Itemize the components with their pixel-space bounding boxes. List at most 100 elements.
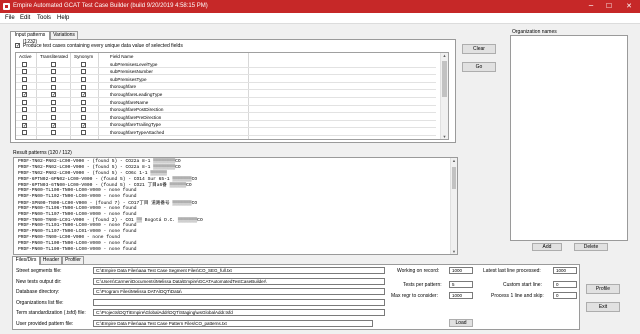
transliterated-checkbox[interactable] bbox=[51, 69, 56, 75]
synonym-checkbox[interactable] bbox=[81, 61, 86, 67]
scroll-down-icon[interactable]: ▼ bbox=[441, 134, 448, 139]
active-checkbox[interactable] bbox=[22, 69, 27, 75]
grid-row[interactable]: thoroughfarePreDirection bbox=[16, 114, 436, 121]
synonym-checkbox[interactable] bbox=[81, 114, 86, 120]
result-line[interactable]: PRDF-PN00-TL100-TN00-LC00-V000 - none fo… bbox=[18, 247, 137, 252]
result-line[interactable]: PRDF-PN00-TL106-TN00-LC00-V000 - none fo… bbox=[18, 206, 137, 211]
synonym-checkbox[interactable]: ✓ bbox=[81, 122, 86, 128]
custom-start-line-field[interactable]: 0 bbox=[553, 281, 577, 288]
organizations-list-field[interactable] bbox=[93, 298, 385, 306]
transliterated-checkbox[interactable]: ✓ bbox=[51, 122, 56, 128]
active-checkbox[interactable] bbox=[22, 114, 27, 120]
grid-row[interactable]: thoroughfareTypeAttached bbox=[16, 129, 436, 136]
result-line[interactable]: PRDF-TN00-TN00-LC01-V000 - (found 2) - C… bbox=[18, 218, 203, 223]
grid-scrollbar[interactable]: ▲ ▼ bbox=[440, 53, 448, 139]
synonym-checkbox[interactable] bbox=[81, 107, 86, 113]
result-line[interactable]: PRDF-PN00-TL107-TN00-LC01-V000 - none fo… bbox=[18, 229, 137, 234]
menu-file[interactable]: File bbox=[5, 15, 15, 21]
scroll-up-icon[interactable]: ▲ bbox=[441, 53, 448, 58]
tests-per-pattern-field[interactable]: 5 bbox=[449, 281, 473, 288]
grid-row[interactable]: subPremisesNumber bbox=[16, 69, 436, 76]
transliterated-checkbox[interactable] bbox=[51, 84, 56, 90]
tab-input-patterns[interactable]: Input patterns (1232) bbox=[10, 31, 50, 45]
user-pattern-file-field[interactable]: C:\Empire Data Files\aaa Test Case Patte… bbox=[93, 319, 373, 327]
active-checkbox[interactable] bbox=[22, 76, 27, 82]
delete-button[interactable]: Delete bbox=[574, 243, 608, 251]
result-scroll-thumb[interactable] bbox=[452, 167, 456, 189]
synonym-checkbox[interactable] bbox=[81, 69, 86, 75]
result-line[interactable]: PRDF-PN00-TL101-TN00-LC00-V000 - none fo… bbox=[18, 223, 137, 228]
database-directory-field[interactable]: C:\Program Files\Melissa DATA\DQT\Data\ bbox=[93, 288, 385, 295]
menu-edit[interactable]: Edit bbox=[20, 15, 30, 21]
grid-row[interactable]: subPremisesType bbox=[16, 76, 436, 83]
synonym-checkbox[interactable] bbox=[81, 130, 86, 136]
street-segments-field[interactable]: C:\Empire Data Files\aaa Test Case Segme… bbox=[93, 267, 385, 274]
active-checkbox[interactable] bbox=[22, 107, 27, 113]
synonym-checkbox[interactable] bbox=[81, 99, 86, 105]
process-every-field[interactable]: 0 bbox=[553, 291, 577, 299]
profile-button[interactable]: Profile bbox=[586, 284, 620, 294]
grid-row[interactable]: thoroughfare bbox=[16, 84, 436, 91]
synonym-checkbox[interactable] bbox=[81, 84, 86, 90]
transliterated-checkbox[interactable] bbox=[51, 61, 56, 67]
synonym-checkbox[interactable]: ✓ bbox=[81, 92, 86, 98]
result-line[interactable]: PRDF-TN02-PN02-LC00-V000 - (found 5) - C… bbox=[18, 165, 181, 170]
grid-row[interactable]: ✓ ✓ ✓ thoroughfareTrailingType bbox=[16, 122, 436, 129]
active-checkbox[interactable] bbox=[22, 130, 27, 136]
tab-header[interactable]: Header bbox=[40, 256, 62, 264]
latest-last-line-field[interactable]: 1000 bbox=[553, 267, 577, 274]
synonym-checkbox[interactable] bbox=[81, 76, 86, 82]
result-patterns-list[interactable]: PRDF-TN02-PN02-LC00-V000 - (found 5) - C… bbox=[13, 157, 458, 255]
tab-variations[interactable]: Variations bbox=[50, 31, 78, 39]
minimize-button[interactable]: ─ bbox=[584, 0, 598, 13]
load-button[interactable]: Load bbox=[449, 319, 473, 327]
result-scroll-down-icon[interactable]: ▼ bbox=[451, 249, 457, 254]
result-scrollbar[interactable]: ▲ ▼ bbox=[450, 158, 457, 254]
organization-names-list[interactable] bbox=[510, 35, 628, 241]
active-checkbox[interactable] bbox=[22, 99, 27, 105]
working-on-record-field[interactable]: 1000 bbox=[449, 267, 473, 274]
transliterated-checkbox[interactable] bbox=[51, 107, 56, 113]
grid-row[interactable]: ✓ ✓ ✓ thoroughfareLeadingType bbox=[16, 91, 436, 98]
result-line[interactable]: PRDF-TN02-PN02-LC00-V000 - (found 5) - C… bbox=[18, 159, 181, 164]
active-checkbox[interactable] bbox=[22, 84, 27, 90]
result-line[interactable]: PRDF-PN00-TL102-TN00-LC00-V000 - none fo… bbox=[18, 194, 137, 199]
field-name: subPremisesType bbox=[110, 76, 147, 82]
grid-row[interactable]: thoroughfareName bbox=[16, 99, 436, 106]
active-checkbox[interactable]: ✓ bbox=[22, 122, 27, 128]
result-line[interactable]: PRDF-TN02-PN02-LC00-V000 - (found 5) - C… bbox=[18, 171, 167, 176]
result-line[interactable]: PRDF-PN00-TL100-TN00-LC00-V000 - none fo… bbox=[18, 188, 137, 193]
close-button[interactable]: ✕ bbox=[622, 0, 636, 13]
field-name: thoroughfareName bbox=[110, 99, 149, 105]
active-checkbox[interactable]: ✓ bbox=[22, 92, 27, 98]
result-scroll-up-icon[interactable]: ▲ bbox=[451, 158, 457, 163]
transliterated-checkbox[interactable] bbox=[51, 130, 56, 136]
scroll-thumb[interactable] bbox=[442, 61, 447, 97]
term-standardization-field[interactable]: C:\Projects\DQT\Empire\GlobalAddr\DQT\St… bbox=[93, 309, 385, 316]
produce-checkbox[interactable]: ✓ bbox=[15, 43, 20, 49]
go-button[interactable]: Go bbox=[462, 62, 496, 72]
transliterated-checkbox[interactable] bbox=[51, 76, 56, 82]
result-line[interactable]: PRDF-6PTN02-6PN02-LC00-V000 - (found 5) … bbox=[18, 177, 197, 182]
active-checkbox[interactable] bbox=[22, 61, 27, 67]
field-name: thoroughfarePreDirection bbox=[110, 114, 162, 120]
result-line[interactable]: PRDF-PN00-TN00-LC00-V000 - none found bbox=[18, 235, 120, 240]
transliterated-checkbox[interactable] bbox=[51, 114, 56, 120]
max-regr-field[interactable]: 1000 bbox=[449, 291, 473, 299]
fields-grid: Active Transliterated Synonym Field Name… bbox=[15, 52, 449, 140]
grid-row[interactable]: subPremisesLevelType bbox=[16, 61, 436, 68]
grid-row[interactable]: thoroughfarePostDirection bbox=[16, 107, 436, 114]
result-line[interactable]: PRDF-PN00-TL100-TN00-LC00-V000 - none fo… bbox=[18, 241, 137, 246]
menu-help[interactable]: Help bbox=[57, 15, 69, 21]
new-tests-output-field[interactable]: C:\Users\Carmen\Documents\Melissa Data\E… bbox=[93, 277, 385, 285]
clear-button[interactable]: Clear bbox=[462, 44, 496, 54]
menu-tools[interactable]: Tools bbox=[37, 15, 51, 21]
exit-button[interactable]: Exit bbox=[586, 302, 620, 312]
tab-profiler[interactable]: Profiler bbox=[62, 256, 84, 264]
transliterated-checkbox[interactable]: ✓ bbox=[51, 92, 56, 98]
maximize-button[interactable]: ☐ bbox=[602, 0, 616, 13]
result-line[interactable]: PRDF-PN00-TL107-TN00-LC00-V000 - none fo… bbox=[18, 212, 137, 217]
add-button[interactable]: Add bbox=[532, 243, 562, 251]
tab-files-dirs[interactable]: Files/Dirs bbox=[12, 256, 40, 265]
transliterated-checkbox[interactable] bbox=[51, 99, 56, 105]
